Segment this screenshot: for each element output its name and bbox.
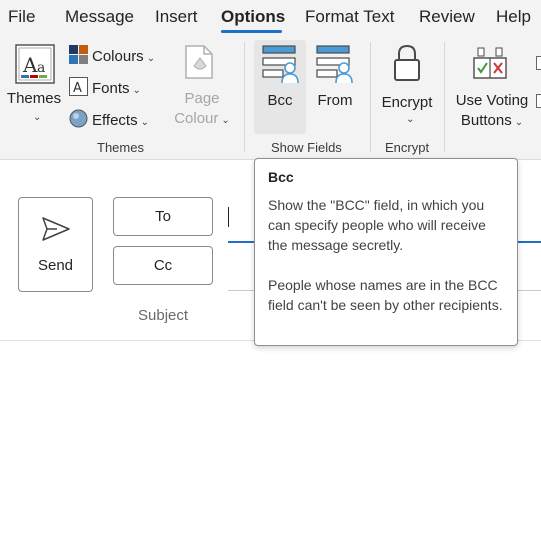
tooltip-paragraph-2: People whose names are in the BCC field … — [268, 277, 503, 313]
themes-group-label: Themes — [97, 140, 144, 155]
fonts-label: Fonts — [92, 80, 130, 97]
svg-text:A: A — [73, 81, 82, 96]
bcc-icon — [262, 44, 300, 84]
tooltip-title: Bcc — [268, 169, 294, 185]
from-label: From — [317, 92, 353, 109]
voting-label-line1: Use Voting — [455, 92, 529, 109]
tooltip-paragraph-1: Show the "BCC" field, in which you can s… — [268, 197, 486, 253]
tab-message[interactable]: Message — [65, 7, 134, 27]
svg-text:a: a — [37, 60, 45, 76]
encrypt-label: Encrypt — [381, 94, 433, 111]
voting-label-line2: Buttons ⌄ — [460, 112, 524, 129]
request-receipt-checkbox[interactable] — [536, 94, 541, 108]
chevron-down-icon: ⌄ — [140, 117, 149, 128]
use-voting-buttons-button[interactable]: Use Voting Buttons ⌄ — [452, 40, 532, 134]
chevron-down-icon: ⌄ — [132, 85, 141, 96]
chevron-down-icon: ⌄ — [514, 117, 524, 128]
tab-format-text[interactable]: Format Text — [305, 7, 394, 27]
send-label: Send — [37, 257, 74, 274]
effects-icon — [69, 109, 88, 128]
cc-button[interactable]: Cc — [113, 246, 213, 285]
themes-icon: A a — [15, 44, 55, 84]
colours-icon — [69, 45, 88, 64]
chevron-down-icon: ⌄ — [146, 53, 156, 64]
bcc-button[interactable]: Bcc — [254, 40, 306, 134]
effects-label: Effects — [92, 112, 138, 129]
show-fields-group-label: Show Fields — [271, 140, 342, 155]
bcc-label: Bcc — [267, 92, 293, 109]
chevron-down-icon: ⌄ — [406, 114, 415, 125]
tab-insert[interactable]: Insert — [155, 7, 198, 27]
tab-options[interactable]: Options — [221, 7, 285, 27]
chevron-down-icon: ⌄ — [221, 115, 230, 126]
colours-button[interactable]: Colours ⌄ — [69, 45, 155, 65]
page-colour-icon — [184, 44, 216, 80]
to-button[interactable]: To — [113, 197, 213, 236]
ribbon: A a Themes ⌄ Colours ⌄ A Fonts ⌄ Effects… — [0, 36, 541, 160]
text-caret — [228, 207, 229, 227]
request-receipt-checkbox[interactable] — [536, 56, 541, 70]
send-icon — [41, 216, 71, 242]
from-button[interactable]: From — [310, 40, 360, 134]
group-separator — [244, 42, 245, 152]
lock-icon — [393, 44, 421, 82]
fonts-icon: A — [69, 77, 88, 96]
group-separator — [444, 42, 445, 152]
themes-button[interactable]: A a Themes ⌄ — [6, 40, 62, 130]
colours-label: Colours — [92, 48, 144, 65]
page-colour-label-line2: Colour ⌄ — [174, 110, 230, 127]
tab-file[interactable]: File — [8, 7, 35, 27]
svg-text:A: A — [22, 53, 38, 77]
message-body[interactable] — [0, 342, 541, 547]
effects-button[interactable]: Effects ⌄ — [69, 109, 149, 129]
themes-label: Themes — [6, 90, 62, 107]
fonts-button[interactable]: A Fonts ⌄ — [69, 77, 141, 97]
from-icon — [316, 44, 354, 84]
subject-label: Subject — [138, 307, 189, 324]
encrypt-button[interactable]: Encrypt ⌄ — [378, 40, 436, 134]
encrypt-group-label: Encrypt — [385, 140, 430, 155]
active-tab-indicator — [221, 30, 282, 33]
bcc-tooltip: Bcc Show the "BCC" field, in which you c… — [254, 158, 518, 346]
send-button[interactable]: Send — [18, 197, 93, 292]
group-separator — [370, 42, 371, 152]
tab-help[interactable]: Help — [496, 7, 531, 27]
page-colour-label-line1: Page — [184, 90, 220, 107]
chevron-down-icon: ⌄ — [33, 112, 42, 123]
page-colour-button[interactable]: Page Colour ⌄ — [170, 40, 234, 130]
menu-bar: File Message Insert Options Format Text … — [0, 0, 541, 36]
tab-review[interactable]: Review — [419, 7, 475, 27]
voting-icon — [472, 44, 508, 82]
